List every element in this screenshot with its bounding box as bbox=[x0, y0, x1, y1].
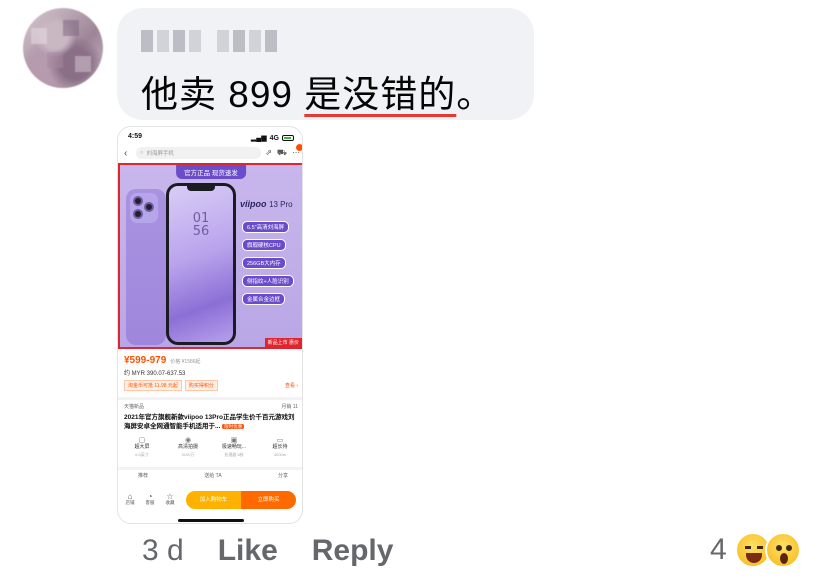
comment-actions: 3 d Like Reply bbox=[142, 534, 393, 568]
camera-icon: ◉ bbox=[184, 437, 192, 444]
camera-module bbox=[130, 193, 158, 223]
buy-now-button: 立即购买 bbox=[241, 491, 296, 509]
comment-text: 他卖 899 是没错的。 bbox=[141, 74, 495, 115]
feature-tag: 侧指纹+人脸识别 bbox=[242, 275, 294, 287]
status-bar: 4:59 ▂▄▆ 4G bbox=[128, 133, 294, 143]
coupon-tag: 购买得积分 bbox=[184, 380, 218, 391]
more-link: 查看 › bbox=[284, 383, 298, 389]
chip-icon: ▣ bbox=[230, 437, 238, 444]
feature-tag: 6.5"高清刘海屏 bbox=[242, 221, 290, 233]
spec-item: ▭ 超长待 4000m bbox=[258, 437, 302, 459]
shop-line: 天猫新品 月销 11 bbox=[124, 403, 298, 410]
spec-item: ▣ 极速畅玩... 处理器 8核 bbox=[212, 437, 256, 459]
new-tag: 新品上市 惠价 bbox=[264, 338, 302, 347]
favorite-button: ☆ 收藏 bbox=[162, 493, 178, 506]
reaction-count: 4 bbox=[710, 533, 727, 566]
service-button: ◔ 客服 bbox=[142, 493, 158, 506]
lockscreen-clock: 01 56 bbox=[192, 211, 210, 239]
like-button[interactable]: Like bbox=[218, 534, 278, 568]
search-row: ‹ ○ 刘海屏手机 ⇗ ⛟ ⋯ bbox=[124, 144, 302, 160]
battery-spec-icon: ▭ bbox=[276, 437, 284, 444]
signal-icon: ▂▄▆ bbox=[250, 135, 267, 142]
attached-screenshot[interactable]: 4:59 ▂▄▆ 4G ‹ ○ 刘海屏手机 ⇗ ⛟ ⋯ 官方正品 现货速发 01… bbox=[117, 126, 303, 524]
wow-emoji-icon bbox=[764, 532, 801, 568]
feature-tag: 金属合金边框 bbox=[242, 293, 286, 305]
recommend-row: 推荐 送给 TA 分享 bbox=[138, 473, 288, 479]
comment-bubble: 他卖 899 是没错的。 bbox=[117, 8, 534, 120]
share-icon: ⇗ bbox=[265, 148, 272, 157]
hero-banner: 官方正品 现货速发 bbox=[176, 165, 246, 179]
search-box: ○ 刘海屏手机 bbox=[136, 147, 262, 159]
screen-icon: ▢ bbox=[138, 437, 146, 444]
reaction-summary[interactable]: 4 bbox=[710, 532, 801, 568]
shop-name: 天猫新品 bbox=[124, 404, 145, 410]
brand-label: viipoo 13 Pro bbox=[240, 199, 293, 209]
store-button: ⌂ 店铺 bbox=[122, 493, 138, 506]
product-title: 2021年官方旗舰新款viipoo 13Pro正品学生价千百元游戏刘海屏安卓全网… bbox=[124, 414, 295, 430]
cart-badge bbox=[296, 144, 302, 151]
avatar[interactable] bbox=[23, 8, 103, 88]
price: ¥599-979 bbox=[124, 355, 167, 366]
original-price: 价格 ¥1586起 bbox=[170, 359, 201, 365]
coupon-tag: 淘金币可抵 11.98 元起 bbox=[124, 380, 182, 391]
myr-price: 约 MYR 390.07-637.53 bbox=[124, 371, 186, 377]
phone-back-image bbox=[126, 189, 166, 345]
spec-item: ▢ 超大屏 6.5英寸 bbox=[120, 437, 164, 459]
home-indicator bbox=[178, 519, 244, 522]
underlined-text: 是没错的 bbox=[304, 74, 457, 115]
back-icon: ‹ bbox=[124, 147, 128, 159]
cart-icon: ⛟ bbox=[276, 148, 287, 157]
author-name-blurred[interactable] bbox=[141, 30, 277, 52]
spec-item: ◉ 高清拍摄 3100万 bbox=[166, 437, 210, 459]
monthly-sales: 月销 11 bbox=[281, 404, 298, 410]
title-tag: 限时优惠 bbox=[222, 424, 245, 429]
add-to-cart-button: 加入购物车 bbox=[186, 491, 241, 509]
product-image: 官方正品 现货速发 01 56 viipoo 13 Pro 6.5"高清刘海屏 … bbox=[118, 163, 302, 349]
comment-timestamp[interactable]: 3 d bbox=[142, 534, 184, 568]
feature-tag: 旗舰硬核CPU bbox=[242, 239, 286, 251]
price-area: ¥599-979 价格 ¥1586起 约 MYR 390.07-637.53 淘金… bbox=[124, 355, 298, 391]
spec-row: ▢ 超大屏 6.5英寸 ◉ 高清拍摄 3100万 ▣ 极速畅玩... 处理器 8核 ▭ 超长待… bbox=[120, 437, 302, 459]
search-icon: ○ bbox=[140, 150, 144, 156]
comment-container: 他卖 899 是没错的。 4:59 ▂▄▆ 4G ‹ ○ 刘海屏手机 ⇗ ⛟ ⋯ … bbox=[0, 0, 828, 578]
feature-tag: 256GB大内存 bbox=[242, 257, 286, 269]
reply-button[interactable]: Reply bbox=[312, 534, 394, 568]
battery-icon bbox=[282, 135, 294, 141]
bottom-bar: ⌂ 店铺 ◔ 客服 ☆ 收藏 加入购物车 立即购买 bbox=[118, 485, 302, 515]
phone-front-image: 01 56 bbox=[166, 183, 236, 345]
